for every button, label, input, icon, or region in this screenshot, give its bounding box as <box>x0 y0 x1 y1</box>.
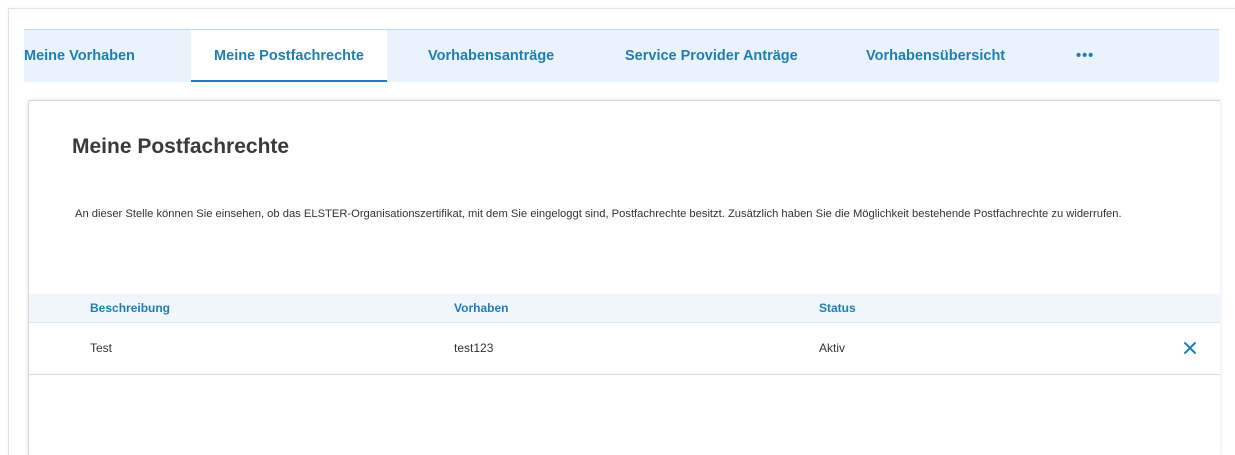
revoke-button[interactable] <box>1181 339 1199 357</box>
cell-vorhaben: test123 <box>454 341 494 355</box>
page-title: Meine Postfachrechte <box>72 135 290 158</box>
tab-service-provider-antraege[interactable]: Service Provider Anträge <box>625 30 798 82</box>
table-row: Test test123 Aktiv <box>29 323 1220 375</box>
column-header-beschreibung: Beschreibung <box>90 301 171 315</box>
page-description: An dieser Stelle können Sie einsehen, ob… <box>75 208 1122 220</box>
more-tabs-button[interactable]: ••• <box>1076 30 1094 82</box>
tab-vorhabensantraege[interactable]: Vorhabensanträge <box>428 30 554 82</box>
cell-beschreibung: Test <box>90 341 113 355</box>
column-header-status: Status <box>819 301 856 315</box>
tab-bar: Meine Vorhaben Meine Postfachrechte Vorh… <box>24 29 1219 82</box>
content-card: Meine Postfachrechte An dieser Stelle kö… <box>28 100 1220 455</box>
tab-vorhabensuebersicht[interactable]: Vorhabensübersicht <box>866 30 1005 82</box>
tab-meine-vorhaben[interactable]: Meine Vorhaben <box>24 30 135 82</box>
column-header-vorhaben: Vorhaben <box>454 301 509 315</box>
table-header: Beschreibung Vorhaben Status <box>29 294 1220 323</box>
cell-status: Aktiv <box>819 341 846 355</box>
tab-meine-postfachrechte[interactable]: Meine Postfachrechte <box>191 30 387 82</box>
close-icon <box>1184 342 1196 354</box>
